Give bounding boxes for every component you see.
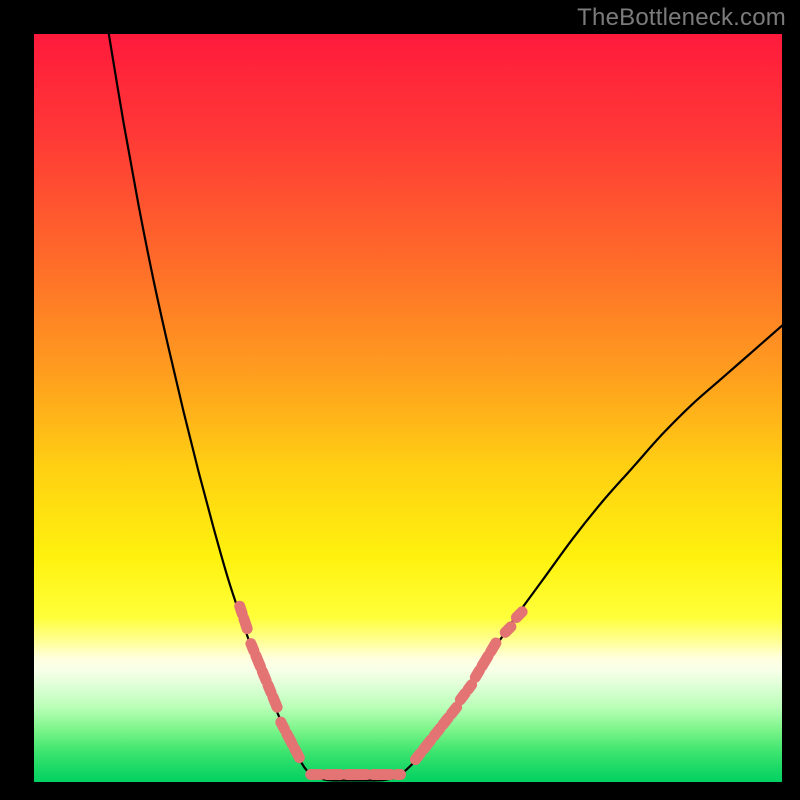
marker-segment [505, 625, 512, 632]
chart-area [34, 34, 782, 782]
marker-segment [240, 606, 247, 628]
watermark-label: TheBottleneck.com [577, 4, 786, 32]
app-frame: TheBottleneck.com [0, 0, 800, 800]
chart-background [34, 34, 782, 782]
chart-svg [34, 34, 782, 782]
marker-segment [516, 610, 523, 617]
